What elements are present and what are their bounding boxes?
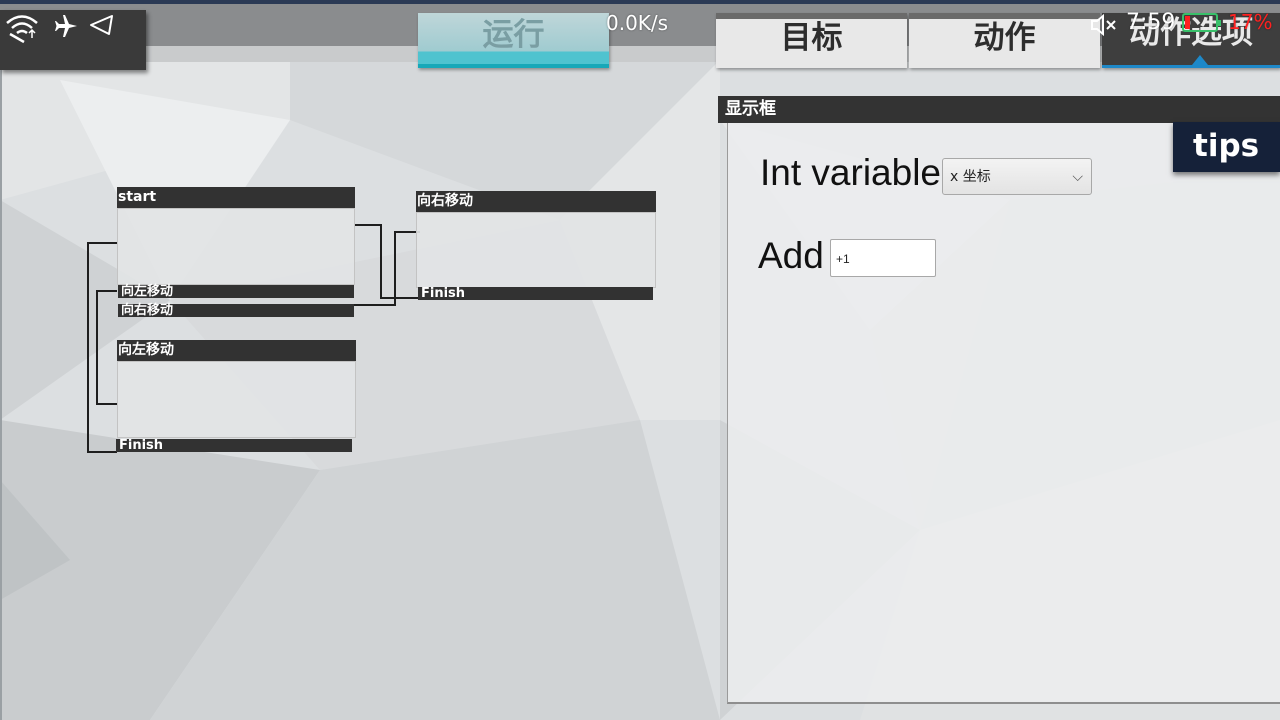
- panel-body: [727, 123, 1280, 704]
- node-title: 向左移动: [117, 340, 356, 361]
- move-right-node[interactable]: 向右移动: [416, 191, 656, 288]
- clock: 7:59: [1126, 10, 1176, 35]
- port-finish[interactable]: Finish: [116, 439, 352, 452]
- node-body: [117, 361, 356, 438]
- port-move-right[interactable]: 向右移动: [118, 304, 354, 317]
- int-variable-value: x 坐标: [950, 169, 991, 185]
- tips-button[interactable]: tips: [1173, 122, 1280, 172]
- chevron-down-icon: ⌵: [1072, 169, 1083, 185]
- location-arrow-icon: [90, 15, 113, 35]
- add-value-input[interactable]: +1: [830, 239, 936, 277]
- int-variable-label: Int variable: [760, 152, 941, 193]
- mute-icon: [1091, 13, 1116, 37]
- battery-icon: [1182, 13, 1221, 32]
- add-label: Add: [758, 235, 824, 276]
- port-finish[interactable]: Finish: [418, 287, 653, 300]
- network-speed: 0.0K/s: [606, 11, 669, 35]
- panel-title: 显示框: [718, 96, 1280, 123]
- tab-action[interactable]: 动作: [909, 13, 1100, 68]
- top-accent-line: [0, 0, 1280, 4]
- wifi-icon: [6, 15, 38, 44]
- tab-target[interactable]: 目标: [716, 13, 907, 68]
- node-title: start: [117, 187, 355, 208]
- airplane-mode-icon: [55, 15, 77, 37]
- tab-run[interactable]: 运行: [418, 13, 609, 68]
- node-body: [117, 208, 355, 285]
- selected-indicator: [1192, 55, 1208, 65]
- int-variable-select[interactable]: x 坐标 ⌵: [942, 158, 1092, 195]
- battery-percent: 17%: [1228, 10, 1273, 34]
- battery-fill: [1185, 16, 1190, 29]
- start-node[interactable]: start: [117, 187, 355, 285]
- port-move-left[interactable]: 向左移动: [118, 285, 354, 298]
- move-left-node[interactable]: 向左移动: [117, 340, 356, 438]
- node-title: 向右移动: [416, 191, 656, 212]
- node-body: [416, 212, 656, 288]
